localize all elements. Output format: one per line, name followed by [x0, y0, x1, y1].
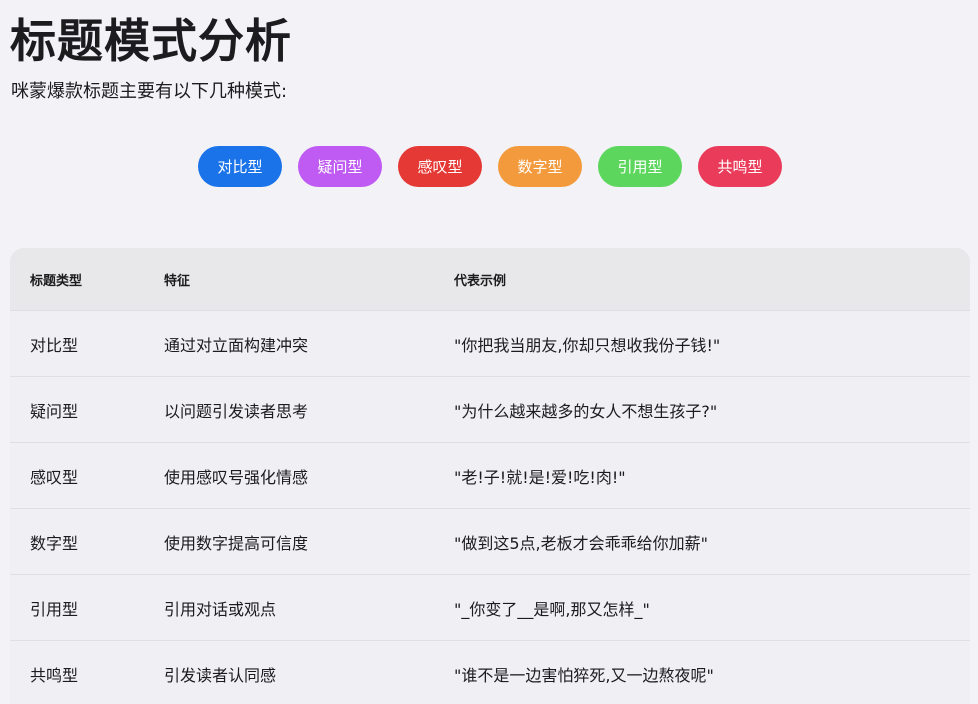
pill-label: 疑问型	[317, 158, 363, 176]
table-row: 共鸣型 引发读者认同感 "谁不是一边害怕猝死,又一边熬夜呢"	[10, 640, 970, 704]
cell-feature: 使用感叹号强化情感	[164, 467, 309, 487]
cell-type: 对比型	[30, 335, 79, 355]
cell-example: "_你变了__是啊,那又怎样_"	[454, 599, 650, 619]
cell-example: "做到这5点,老板才会乖乖给你加薪"	[454, 533, 708, 553]
page-subtitle: 咪蒙爆款标题主要有以下几种模式:	[11, 81, 288, 102]
cell-type: 疑问型	[30, 401, 79, 421]
cell-type: 数字型	[30, 533, 79, 553]
pill-number[interactable]: 数字型	[498, 146, 582, 187]
cell-example: "为什么越来越多的女人不想生孩子?"	[454, 401, 718, 421]
cell-feature: 引发读者认同感	[164, 665, 277, 685]
pill-quote[interactable]: 引用型	[598, 146, 682, 187]
pattern-table: 标题类型 特征 代表示例 对比型 通过对立面构建冲突 "你把我当朋友,你却只想收…	[10, 248, 970, 704]
cell-example: "你把我当朋友,你却只想收我份子钱!"	[454, 335, 721, 355]
cell-feature: 使用数字提高可信度	[164, 533, 309, 553]
page: 标题模式分析 咪蒙爆款标题主要有以下几种模式: 对比型 疑问型 感叹型 数字型 …	[0, 0, 978, 704]
pill-question[interactable]: 疑问型	[298, 146, 382, 187]
pill-label: 对比型	[217, 158, 263, 176]
pill-label: 数字型	[517, 158, 563, 176]
pill-label: 感叹型	[417, 158, 463, 176]
table-row: 对比型 通过对立面构建冲突 "你把我当朋友,你却只想收我份子钱!"	[10, 310, 970, 376]
pill-contrast[interactable]: 对比型	[198, 146, 282, 187]
cell-feature: 通过对立面构建冲突	[164, 335, 309, 355]
table-row: 数字型 使用数字提高可信度 "做到这5点,老板才会乖乖给你加薪"	[10, 508, 970, 574]
cell-type: 感叹型	[30, 467, 79, 487]
cell-feature: 以问题引发读者思考	[164, 401, 309, 421]
category-pills: 对比型 疑问型 感叹型 数字型 引用型 共鸣型	[198, 146, 782, 187]
cell-feature: 引用对话或观点	[164, 599, 277, 619]
header-example: 代表示例	[454, 273, 507, 289]
page-title: 标题模式分析	[10, 14, 292, 68]
header-feature: 特征	[164, 273, 191, 289]
cell-example: "老!子!就!是!爱!吃!肉!"	[454, 467, 626, 487]
pill-resonance[interactable]: 共鸣型	[698, 146, 782, 187]
cell-type: 引用型	[30, 599, 79, 619]
table-row: 感叹型 使用感叹号强化情感 "老!子!就!是!爱!吃!肉!"	[10, 442, 970, 508]
pill-label: 引用型	[617, 158, 663, 176]
cell-example: "谁不是一边害怕猝死,又一边熬夜呢"	[454, 665, 714, 685]
pill-label: 共鸣型	[717, 158, 763, 176]
table-row: 疑问型 以问题引发读者思考 "为什么越来越多的女人不想生孩子?"	[10, 376, 970, 442]
table-row: 引用型 引用对话或观点 "_你变了__是啊,那又怎样_"	[10, 574, 970, 640]
cell-type: 共鸣型	[30, 665, 79, 685]
pill-exclamation[interactable]: 感叹型	[398, 146, 482, 187]
table-header: 标题类型 特征 代表示例	[10, 248, 970, 310]
header-type: 标题类型	[30, 273, 83, 289]
